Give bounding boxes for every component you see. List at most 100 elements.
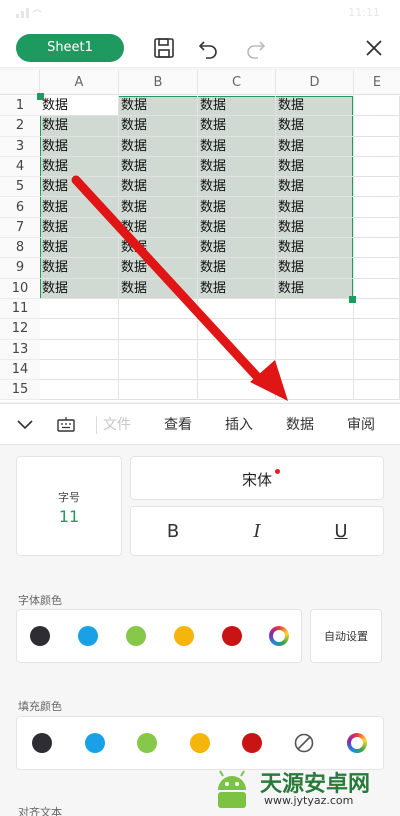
grid-cell[interactable] [354,177,400,198]
grid-cell[interactable]: 数据 [119,96,198,117]
row-header[interactable]: 2 [0,116,40,137]
grid-cell[interactable]: 数据 [198,197,276,218]
no-fill-icon[interactable] [294,733,314,753]
row-header[interactable]: 14 [0,359,40,381]
grid-cell[interactable] [354,238,400,259]
redo-icon[interactable] [244,36,268,60]
sheet-tab[interactable]: Sheet1 [16,34,124,62]
grid-cell[interactable]: 数据 [119,238,198,259]
fill-color-swatch-green[interactable] [137,733,157,753]
grid-cell[interactable] [119,319,198,340]
grid-cell[interactable] [198,299,276,320]
grid-cell[interactable]: 数据 [40,116,119,137]
grid-cell[interactable]: 数据 [276,136,354,157]
grid-cell[interactable] [354,156,400,178]
column-header-c[interactable]: C [198,70,276,95]
underline-button[interactable]: U [329,521,353,542]
grid-cell[interactable] [40,319,119,340]
grid-cell[interactable]: 数据 [276,177,354,198]
column-header-e[interactable]: E [354,70,400,95]
grid-cell[interactable] [354,278,400,299]
row-header[interactable]: 5 [0,177,40,198]
grid-cell[interactable]: 数据 [119,278,198,299]
grid-cell[interactable]: 数据 [40,258,119,279]
tab-file[interactable]: 文件 [100,404,134,446]
grid-cell[interactable] [276,339,354,360]
grid-cell[interactable]: 数据 [119,156,198,178]
grid-cell[interactable]: 数据 [119,258,198,279]
row-header[interactable]: 13 [0,339,40,360]
font-color-swatch-green[interactable] [126,626,146,646]
grid-cell[interactable]: 数据 [276,116,354,137]
tab-review[interactable]: 审阅 [339,404,383,446]
grid-cell[interactable]: 数据 [198,217,276,239]
row-header[interactable]: 15 [0,380,40,401]
fill-color-swatch-black[interactable] [32,733,52,753]
grid-cell[interactable]: 数据 [40,278,119,299]
grid-cell[interactable]: 数据 [40,96,119,117]
undo-icon[interactable] [196,36,220,60]
grid-cell[interactable] [354,116,400,137]
grid-cell[interactable] [198,339,276,360]
grid-cell[interactable] [276,359,354,381]
grid-cell[interactable] [354,339,400,360]
more-colors-icon[interactable] [269,626,289,646]
grid-cell[interactable]: 数据 [119,217,198,239]
grid-cell[interactable]: 数据 [40,197,119,218]
grid-cell[interactable]: 数据 [198,116,276,137]
row-header[interactable]: 8 [0,238,40,259]
grid-cell[interactable]: 数据 [198,278,276,299]
grid-cell[interactable] [354,299,400,320]
grid-cell[interactable]: 数据 [276,96,354,117]
grid-cell[interactable]: 数据 [276,217,354,239]
grid-cell[interactable]: 数据 [276,238,354,259]
tab-insert[interactable]: 插入 [217,404,261,446]
column-header-d[interactable]: D [276,70,354,95]
grid-cell[interactable]: 数据 [198,136,276,157]
font-size-card[interactable]: 字号 11 [16,456,122,556]
tab-data[interactable]: 数据 [278,404,322,446]
font-color-swatch-red[interactable] [222,626,242,646]
row-header[interactable]: 6 [0,197,40,218]
grid-cell[interactable] [354,319,400,340]
row-header[interactable]: 10 [0,278,40,299]
fill-color-swatch-red[interactable] [242,733,262,753]
spreadsheet-grid[interactable]: A B C D E 1 2 3 4 5 6 7 8 9 10 11 12 13 14 15 数据 数据 数据 数据… [0,70,400,402]
selection-handle-top-left[interactable] [37,93,44,100]
keyboard-icon[interactable] [56,415,76,435]
row-header[interactable]: 9 [0,258,40,279]
grid-cell[interactable]: 数据 [119,197,198,218]
font-color-swatch-black[interactable] [30,626,50,646]
grid-cell[interactable] [198,359,276,381]
grid-cell[interactable] [198,380,276,401]
grid-cell[interactable] [354,136,400,157]
grid-cell[interactable] [354,217,400,239]
grid-cell[interactable]: 数据 [198,156,276,178]
grid-cell[interactable]: 数据 [40,156,119,178]
font-family-selector[interactable]: 宋体 [130,456,384,500]
grid-cell[interactable] [354,359,400,381]
grid-cell[interactable]: 数据 [40,238,119,259]
grid-cell[interactable] [40,359,119,381]
row-header[interactable]: 12 [0,319,40,340]
grid-cell[interactable] [119,380,198,401]
grid-cell[interactable]: 数据 [40,177,119,198]
grid-cell[interactable] [198,319,276,340]
grid-cell[interactable] [276,380,354,401]
selection-handle-bottom-right[interactable] [349,296,356,303]
grid-cell[interactable]: 数据 [119,136,198,157]
font-color-swatch-blue[interactable] [78,626,98,646]
grid-cell[interactable] [354,380,400,401]
column-header-a[interactable]: A [40,70,119,95]
grid-cell[interactable]: 数据 [198,96,276,117]
grid-cell[interactable]: 数据 [119,177,198,198]
corner-cell[interactable] [0,70,40,95]
font-color-swatch-yellow[interactable] [174,626,194,646]
row-header[interactable]: 4 [0,156,40,178]
close-icon[interactable] [362,36,386,60]
grid-cell[interactable] [119,339,198,360]
column-header-b[interactable]: B [119,70,198,95]
grid-cell[interactable] [354,96,400,117]
grid-cell[interactable]: 数据 [40,136,119,157]
row-header[interactable]: 3 [0,136,40,157]
